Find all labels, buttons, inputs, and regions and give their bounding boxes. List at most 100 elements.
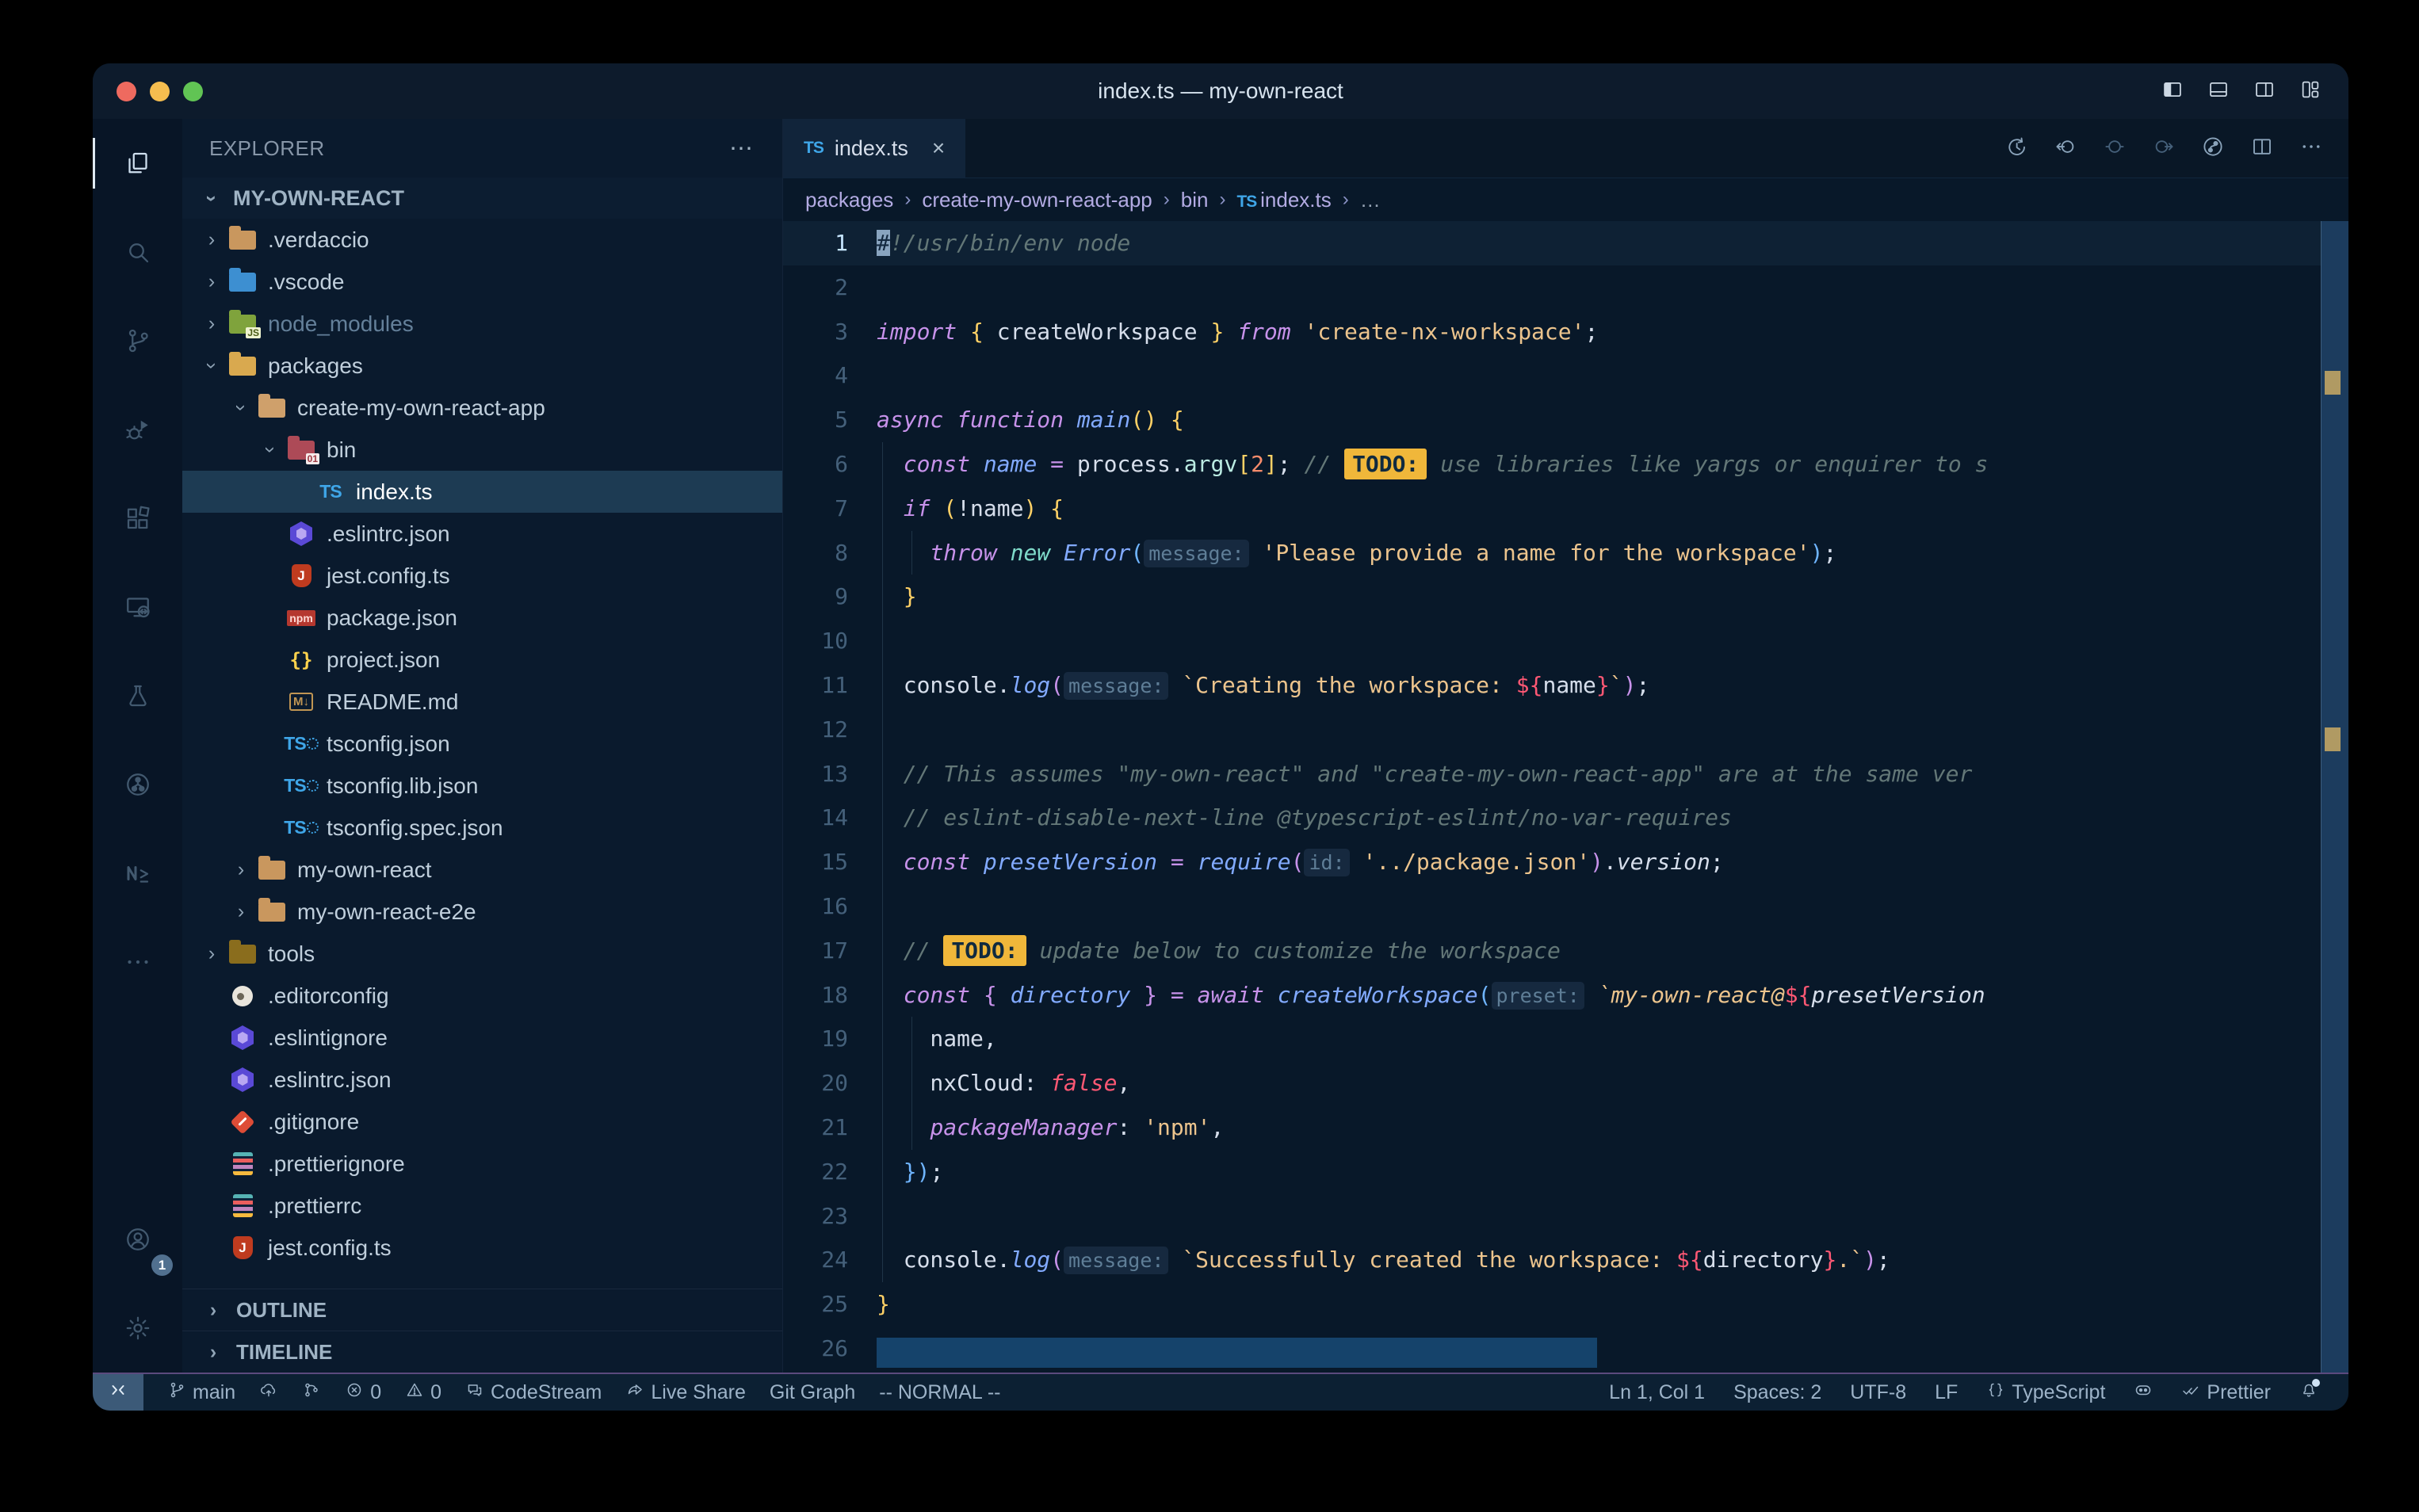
customize-layout-icon[interactable]: [2299, 78, 2322, 105]
status-item-commit-graph[interactable]: [302, 1374, 321, 1411]
tab-index-ts[interactable]: TS index.ts ×: [783, 119, 965, 178]
close-window-button[interactable]: [117, 82, 136, 101]
tree-item-tsconfig.json[interactable]: ›TStsconfig.json: [182, 723, 782, 765]
code-line-15[interactable]: 15 const presetVersion = require(id: '..…: [783, 840, 2348, 884]
zoom-window-button[interactable]: [183, 82, 203, 101]
minimize-window-button[interactable]: [150, 82, 170, 101]
code-line-25[interactable]: 25}: [783, 1282, 2348, 1327]
activitybar-item-additional-views[interactable]: [93, 918, 182, 1006]
tree-item-jest.config.ts[interactable]: ›Jjest.config.ts: [182, 555, 782, 597]
tree-item-.eslintrc.json[interactable]: ›.eslintrc.json: [182, 513, 782, 555]
activitybar-item-source-control[interactable]: [93, 296, 182, 385]
code-line-13[interactable]: 13 // This assumes "my-own-react" and "c…: [783, 752, 2348, 796]
status-item-indentation[interactable]: Spaces: 2: [1733, 1374, 1821, 1411]
code-line-6[interactable]: 6 const name = process.argv[2]; // TODO:…: [783, 442, 2348, 487]
tree-item-my-own-react-e2e[interactable]: ›my-own-react-e2e: [182, 891, 782, 933]
tree-item-project.json[interactable]: ›{}project.json: [182, 639, 782, 681]
status-item-cursor-position[interactable]: Ln 1, Col 1: [1609, 1374, 1705, 1411]
tree-item-packages[interactable]: ›packages: [182, 345, 782, 387]
more-actions-button[interactable]: [2299, 135, 2323, 162]
code-line-4[interactable]: 4: [783, 353, 2348, 398]
gitlens-graph-button[interactable]: [2201, 135, 2225, 162]
status-item-publish-changes[interactable]: [259, 1374, 278, 1411]
tree-item-.prettierrc[interactable]: ›.prettierrc: [182, 1185, 782, 1227]
code-line-20[interactable]: 20 nxCloud: false,: [783, 1061, 2348, 1105]
activitybar-item-search[interactable]: [93, 208, 182, 296]
status-item-warnings[interactable]: 0: [405, 1374, 441, 1411]
activitybar-item-gitlens[interactable]: [93, 740, 182, 829]
activitybar-item-accounts[interactable]: 1: [93, 1195, 182, 1284]
workspace-section-header[interactable]: › MY-OWN-REACT: [182, 178, 782, 219]
breadcrumb-item[interactable]: bin: [1181, 188, 1209, 212]
code-line-17[interactable]: 17 // TODO: update below to customize th…: [783, 929, 2348, 973]
code-line-9[interactable]: 9 }: [783, 575, 2348, 619]
code-line-18[interactable]: 18 const { directory } = await createWor…: [783, 973, 2348, 1018]
tree-item-.editorconfig[interactable]: ›.editorconfig: [182, 975, 782, 1017]
code-line-19[interactable]: 19 name,: [783, 1017, 2348, 1061]
timeline-history-button[interactable]: [2004, 135, 2028, 162]
tree-item-README.md[interactable]: ›M↓README.md: [182, 681, 782, 723]
status-item-eol[interactable]: LF: [1935, 1374, 1958, 1411]
status-item-codestream[interactable]: CodeStream: [465, 1374, 602, 1411]
tree-item-.eslintrc.json[interactable]: ›.eslintrc.json: [182, 1059, 782, 1101]
status-item-encoding[interactable]: UTF-8: [1850, 1374, 1906, 1411]
tree-item-.prettierignore[interactable]: ›.prettierignore: [182, 1143, 782, 1185]
activitybar-item-run-debug[interactable]: [93, 385, 182, 474]
code-line-16[interactable]: 16: [783, 884, 2348, 929]
status-item-copilot[interactable]: [2134, 1374, 2153, 1411]
tree-item-create-my-own-react-app[interactable]: ›create-my-own-react-app: [182, 387, 782, 429]
status-item-prettier[interactable]: Prettier: [2181, 1374, 2271, 1411]
section-outline[interactable]: ›OUTLINE: [182, 1289, 782, 1331]
tree-item-package.json[interactable]: ›npmpackage.json: [182, 597, 782, 639]
tree-item-tools[interactable]: ›tools: [182, 933, 782, 975]
status-item-git-branch[interactable]: main: [167, 1374, 235, 1411]
tree-item-bin[interactable]: ›01bin: [182, 429, 782, 471]
horizontal-scrollbar[interactable]: [877, 1338, 1597, 1368]
code-line-14[interactable]: 14 // eslint-disable-next-line @typescri…: [783, 796, 2348, 840]
code-line-8[interactable]: 8 throw new Error(message: 'Please provi…: [783, 531, 2348, 575]
vertical-scrollbar[interactable]: [2321, 221, 2348, 1373]
nav-back-button[interactable]: [2054, 135, 2077, 162]
toggle-sidebar-icon[interactable]: [2161, 78, 2184, 105]
breadcrumb-item[interactable]: packages: [805, 188, 893, 212]
status-item-notifications[interactable]: [2299, 1374, 2318, 1411]
status-item-remote-indicator[interactable]: [93, 1374, 143, 1411]
tree-item-.verdaccio[interactable]: ›.verdaccio: [182, 219, 782, 261]
code-line-11[interactable]: 11 console.log(message: `Creating the wo…: [783, 663, 2348, 708]
activitybar-item-remote-explorer[interactable]: [93, 563, 182, 651]
activitybar-item-testing[interactable]: [93, 651, 182, 740]
code-line-21[interactable]: 21 packageManager: 'npm',: [783, 1105, 2348, 1150]
status-item-git-graph[interactable]: Git Graph: [770, 1374, 855, 1411]
breadcrumb-item[interactable]: TS index.ts: [1236, 188, 1331, 212]
code-line-3[interactable]: 3import { createWorkspace } from 'create…: [783, 310, 2348, 354]
activitybar-item-explorer[interactable]: [93, 119, 182, 208]
tree-item-node_modules[interactable]: ›JSnode_modules: [182, 303, 782, 345]
split-editor-button[interactable]: [2250, 135, 2274, 162]
breadcrumb-item[interactable]: create-my-own-react-app: [922, 188, 1152, 212]
breadcrumb-item[interactable]: …: [1360, 188, 1381, 212]
status-item-errors[interactable]: 0: [345, 1374, 381, 1411]
sidebar-more-icon[interactable]: ⋯: [729, 135, 755, 162]
tree-item-my-own-react[interactable]: ›my-own-react: [182, 849, 782, 891]
tree-item-index.ts[interactable]: ›TSindex.ts: [182, 471, 782, 513]
status-item-live-share[interactable]: Live Share: [625, 1374, 746, 1411]
tree-item-jest.config.ts[interactable]: ›Jjest.config.ts: [182, 1227, 782, 1269]
status-item-vim-mode[interactable]: -- NORMAL --: [879, 1374, 1000, 1411]
tree-item-.eslintignore[interactable]: ›.eslintignore: [182, 1017, 782, 1059]
tree-item-tsconfig.lib.json[interactable]: ›TStsconfig.lib.json: [182, 765, 782, 807]
code-line-5[interactable]: 5async function main() {: [783, 398, 2348, 442]
tree-item-tsconfig.spec.json[interactable]: ›TStsconfig.spec.json: [182, 807, 782, 849]
activitybar-item-settings[interactable]: [93, 1284, 182, 1373]
next-change-button[interactable]: [2152, 135, 2176, 162]
code-editor[interactable]: 1#!/usr/bin/env node23import { createWor…: [783, 221, 2348, 1373]
activitybar-item-nx-console[interactable]: [93, 829, 182, 918]
tree-item-.vscode[interactable]: ›.vscode: [182, 261, 782, 303]
code-line-10[interactable]: 10: [783, 619, 2348, 663]
code-line-22[interactable]: 22 });: [783, 1150, 2348, 1194]
status-item-language-mode[interactable]: TypeScript: [1986, 1374, 2105, 1411]
section-timeline[interactable]: ›TIMELINE: [182, 1331, 782, 1373]
toggle-secondary-sidebar-icon[interactable]: [2253, 78, 2276, 105]
code-line-12[interactable]: 12: [783, 708, 2348, 752]
tree-item-.gitignore[interactable]: ›.gitignore: [182, 1101, 782, 1143]
code-line-23[interactable]: 23: [783, 1194, 2348, 1239]
